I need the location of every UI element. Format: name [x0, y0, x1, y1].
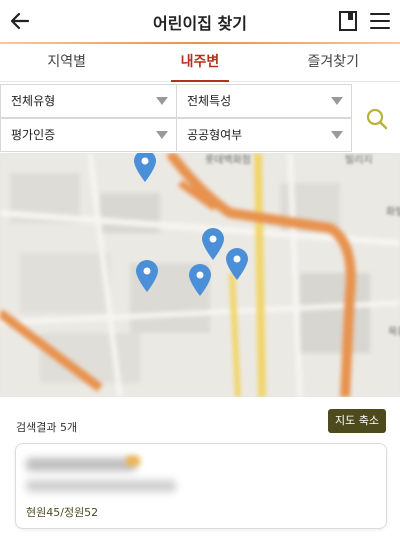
- map-pin-icon[interactable]: [200, 227, 226, 261]
- type-select[interactable]: 전체유형: [0, 84, 177, 118]
- map-view[interactable]: 롯데백화점 빌리지 화빌 목동: [0, 153, 400, 397]
- accreditation-select[interactable]: 평가인증: [0, 118, 177, 152]
- search-button[interactable]: [352, 84, 400, 152]
- accreditation-select-value: 평가인증: [11, 128, 56, 142]
- book-icon[interactable]: [338, 10, 358, 32]
- facility-name-redacted: [26, 458, 136, 471]
- facility-badge-redacted: [126, 456, 140, 466]
- map-pin-icon[interactable]: [187, 263, 213, 297]
- map-label: 화빌: [386, 207, 400, 218]
- facility-address-redacted: [26, 480, 176, 492]
- map-label: 빌리지: [345, 155, 373, 166]
- map-pin-icon[interactable]: [132, 153, 158, 183]
- dropdown-arrow-icon: [331, 131, 343, 139]
- filter-panel: 전체유형 전체특성 평가인증 공공형여부: [0, 83, 400, 155]
- shrink-map-button[interactable]: 지도 축소: [328, 409, 386, 433]
- capacity-status: 현원45/정원52: [26, 506, 99, 519]
- feature-select-value: 전체특성: [187, 94, 232, 108]
- public-select-value: 공공형여부: [187, 128, 243, 142]
- map-label: 목동: [388, 327, 400, 338]
- dropdown-arrow-icon: [156, 131, 168, 139]
- tab-bar: 지역별 내주변 즐겨찾기: [0, 44, 400, 82]
- type-select-value: 전체유형: [11, 94, 56, 108]
- search-icon: [366, 108, 388, 130]
- map-pin-icon[interactable]: [224, 247, 250, 281]
- tab-nearby[interactable]: 내주변: [133, 44, 266, 82]
- dropdown-arrow-icon: [331, 97, 343, 105]
- map-pin-icon[interactable]: [134, 259, 160, 293]
- menu-icon[interactable]: [368, 11, 392, 31]
- tab-region[interactable]: 지역별: [0, 44, 133, 81]
- app-header: 어린이집 찾기: [0, 0, 400, 42]
- tab-favorites[interactable]: 즐겨찾기: [267, 44, 400, 81]
- feature-select[interactable]: 전체특성: [176, 84, 352, 118]
- result-count: 검색결과 5개: [16, 421, 78, 434]
- map-label: 롯데백화점: [205, 155, 251, 166]
- public-select[interactable]: 공공형여부: [176, 118, 352, 152]
- result-card[interactable]: 현원45/정원52: [15, 443, 387, 529]
- results-panel: 검색결과 5개 지도 축소 현원45/정원52: [0, 397, 400, 536]
- dropdown-arrow-icon: [156, 97, 168, 105]
